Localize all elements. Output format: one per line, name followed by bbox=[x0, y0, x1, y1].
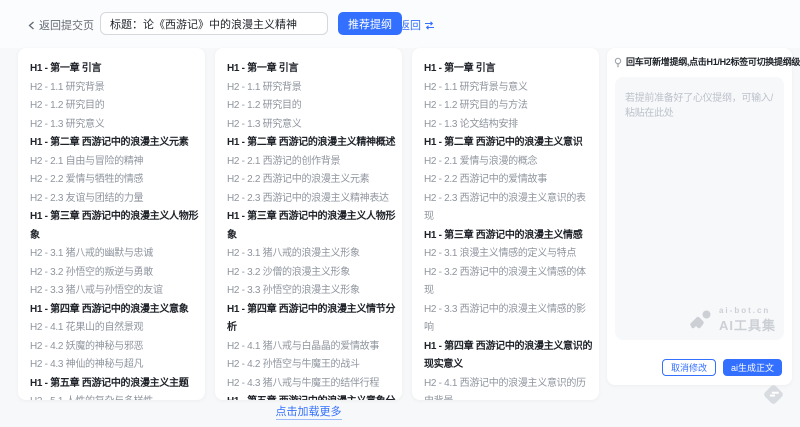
outline-row-h1[interactable]: H1 - 第一章 引言 bbox=[227, 60, 398, 79]
outline-row-h2[interactable]: H2 - 1.1 研究背景 bbox=[227, 79, 398, 98]
outline-columns: H1 - 第一章 引言H2 - 1.1 研究背景H2 - 1.2 研究目的H2 … bbox=[18, 48, 599, 400]
outline-row-h2[interactable]: H2 - 1.1 研究背景与意义 bbox=[424, 79, 595, 98]
top-bar: 返回提交页 推荐提纲 返回 bbox=[0, 0, 800, 48]
outline-row-h2[interactable]: H2 - 4.3 神仙的神秘与超凡 bbox=[30, 356, 201, 375]
outline-row-h2[interactable]: H2 - 1.3 研究意义 bbox=[227, 116, 398, 135]
swap-arrows-icon bbox=[424, 21, 435, 30]
outline-row-h2[interactable]: H2 - 2.1 爱情与浪漫的概念 bbox=[424, 153, 595, 172]
outline-row-h2[interactable]: H2 - 1.3 研究意义 bbox=[30, 116, 201, 135]
outline-row-h2[interactable]: H2 - 2.3 西游记中的浪漫主义精神表达 bbox=[227, 190, 398, 209]
outline-row-h2[interactable]: H2 - 4.3 猪八戒与牛魔王的结伴行程 bbox=[227, 375, 398, 394]
outline-row-h2[interactable]: H2 - 2.2 西游记中的爱情故事 bbox=[424, 171, 595, 190]
outline-row-h1[interactable]: H1 - 第四章 西游记中的浪漫主义意识的现实意义 bbox=[424, 338, 595, 375]
return-link-label: 返回 bbox=[399, 17, 421, 33]
outline-row-h2[interactable]: H2 - 4.1 花果山的自然景观 bbox=[30, 319, 201, 338]
outline-row-h2[interactable]: H2 - 1.1 研究背景 bbox=[30, 79, 201, 98]
outline-row-h1[interactable]: H1 - 第一章 引言 bbox=[424, 60, 595, 79]
outline-row-h2[interactable]: H2 - 3.1 猪八戒的幽默与忠诚 bbox=[30, 245, 201, 264]
outline-row-h2[interactable]: H2 - 2.3 西游记中的浪漫主义意识的表现 bbox=[424, 190, 595, 227]
outline-row-h2[interactable]: H2 - 4.1 西游记中的浪漫主义意识的历史背景 bbox=[424, 375, 595, 401]
outline-row-h1[interactable]: H1 - 第三章 西游记中的浪漫主义人物形象 bbox=[227, 208, 398, 245]
panel-tip-text: 回车可新增提纲,点击H1/H2标签可切换提纲级别 bbox=[626, 57, 800, 68]
outline-row-h2[interactable]: H2 - 3.3 猪八戒与孙悟空的友谊 bbox=[30, 282, 201, 301]
back-link-label: 返回提交页 bbox=[39, 17, 94, 33]
outline-row-h2[interactable]: H2 - 3.3 孙悟空的浪漫主义形象 bbox=[227, 282, 398, 301]
outline-edit-panel: 回车可新增提纲,点击H1/H2标签可切换提纲级别 ai-bot.cn AI工具集… bbox=[607, 48, 792, 385]
outline-row-h1[interactable]: H1 - 第四章 西游记中的浪漫主义情节分析 bbox=[227, 301, 398, 338]
outline-option-card[interactable]: H1 - 第一章 引言H2 - 1.1 研究背景H2 - 1.2 研究目的H2 … bbox=[215, 48, 402, 400]
outline-option-card[interactable]: H1 - 第一章 引言H2 - 1.1 研究背景H2 - 1.2 研究目的H2 … bbox=[18, 48, 205, 400]
outline-row-h2[interactable]: H2 - 1.2 研究目的 bbox=[30, 97, 201, 116]
lightbulb-icon bbox=[613, 57, 623, 68]
outline-row-h2[interactable]: H2 - 5.1 人性的复杂与多样性 bbox=[30, 393, 201, 400]
title-input[interactable] bbox=[100, 12, 328, 35]
outline-row-h1[interactable]: H1 - 第三章 西游记中的浪漫主义情感 bbox=[424, 227, 595, 246]
chevron-left-icon bbox=[28, 21, 35, 30]
outline-row-h2[interactable]: H2 - 2.3 友谊与团结的力量 bbox=[30, 190, 201, 209]
ai-generate-button[interactable]: ai生成正文 bbox=[723, 359, 782, 376]
outline-row-h1[interactable]: H1 - 第二章 西游记中的浪漫主义元素 bbox=[30, 134, 201, 153]
outline-row-h2[interactable]: H2 - 4.1 猪八戒与白晶晶的爱情故事 bbox=[227, 338, 398, 357]
panel-buttons: 取消修改 ai生成正文 bbox=[662, 359, 782, 376]
outline-option-card[interactable]: H1 - 第一章 引言H2 - 1.1 研究背景与意义H2 - 1.2 研究目的… bbox=[412, 48, 599, 400]
outline-row-h2[interactable]: H2 - 3.1 浪漫主义情感的定义与特点 bbox=[424, 245, 595, 264]
outline-row-h2[interactable]: H2 - 4.2 孙悟空与牛魔王的战斗 bbox=[227, 356, 398, 375]
outline-row-h1[interactable]: H1 - 第二章 西游记的浪漫主义精神概述 bbox=[227, 134, 398, 153]
outline-row-h1[interactable]: H1 - 第二章 西游记中的浪漫主义意识 bbox=[424, 134, 595, 153]
custom-outline-textarea[interactable] bbox=[615, 77, 784, 340]
outline-row-h2[interactable]: H2 - 3.2 西游记中的浪漫主义情感的体现 bbox=[424, 264, 595, 301]
load-more-link[interactable]: 点击加载更多 bbox=[276, 406, 342, 420]
outline-row-h2[interactable]: H2 - 2.1 西游记的创作背景 bbox=[227, 153, 398, 172]
outline-row-h2[interactable]: H2 - 1.3 论文结构安排 bbox=[424, 116, 595, 135]
outline-row-h2[interactable]: H2 - 3.3 西游记中的浪漫主义情感的影响 bbox=[424, 301, 595, 338]
panel-tip: 回车可新增提纲,点击H1/H2标签可切换提纲级别 bbox=[613, 57, 789, 68]
recommend-outline-button[interactable]: 推荐提纲 bbox=[338, 12, 402, 35]
outline-row-h2[interactable]: H2 - 2.2 爱情与牺牲的情感 bbox=[30, 171, 201, 190]
floating-widget-icon[interactable] bbox=[763, 384, 784, 405]
back-to-submit-link[interactable]: 返回提交页 bbox=[28, 17, 94, 33]
outline-row-h1[interactable]: H1 - 第五章 西游记中的浪漫主义意象分析 bbox=[227, 393, 398, 400]
load-more-wrap: 点击加载更多 bbox=[18, 402, 599, 420]
outline-row-h1[interactable]: H1 - 第三章 西游记中的浪漫主义人物形象 bbox=[30, 208, 201, 245]
cancel-edit-button[interactable]: 取消修改 bbox=[662, 359, 716, 376]
outline-row-h2[interactable]: H2 - 1.2 研究目的 bbox=[227, 97, 398, 116]
outline-row-h2[interactable]: H2 - 2.2 西游记中的浪漫主义元素 bbox=[227, 171, 398, 190]
outline-row-h1[interactable]: H1 - 第五章 西游记中的浪漫主义主题 bbox=[30, 375, 201, 394]
outline-row-h2[interactable]: H2 - 3.2 沙僧的浪漫主义形象 bbox=[227, 264, 398, 283]
return-link[interactable]: 返回 bbox=[399, 17, 435, 33]
outline-row-h2[interactable]: H2 - 3.1 猪八戒的浪漫主义形象 bbox=[227, 245, 398, 264]
outline-row-h2[interactable]: H2 - 3.2 孙悟空的叛逆与勇敢 bbox=[30, 264, 201, 283]
outline-row-h1[interactable]: H1 - 第四章 西游记中的浪漫主义意象 bbox=[30, 301, 201, 320]
outline-row-h1[interactable]: H1 - 第一章 引言 bbox=[30, 60, 201, 79]
outline-row-h2[interactable]: H2 - 1.2 研究目的与方法 bbox=[424, 97, 595, 116]
outline-row-h2[interactable]: H2 - 2.1 自由与冒险的精神 bbox=[30, 153, 201, 172]
outline-row-h2[interactable]: H2 - 4.2 妖魔的神秘与邪恶 bbox=[30, 338, 201, 357]
